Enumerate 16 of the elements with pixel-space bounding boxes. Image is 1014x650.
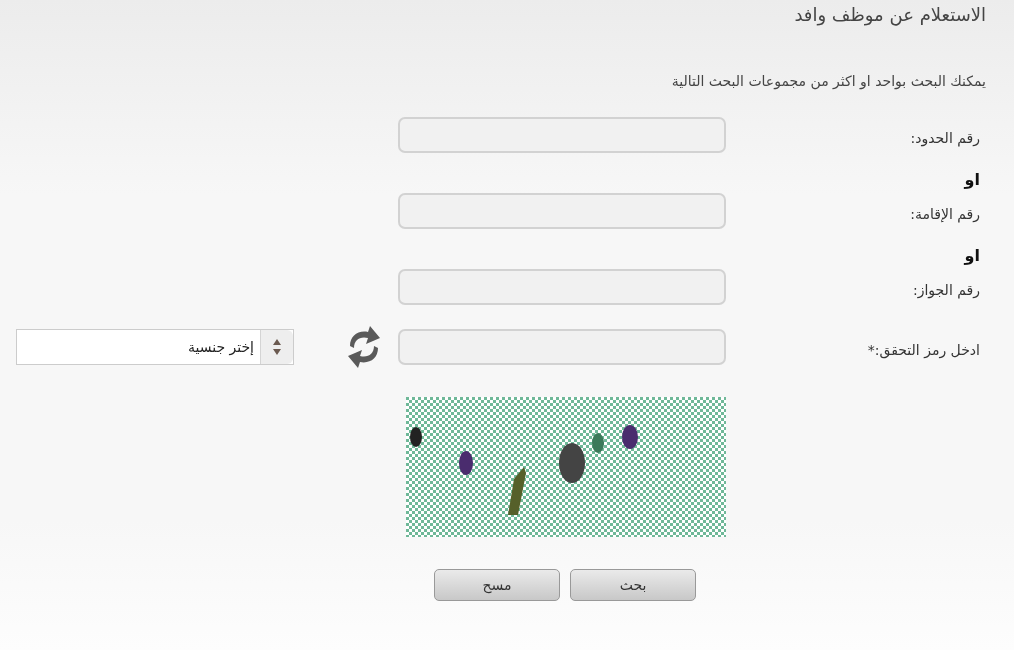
form-button[interactable]: مسح [434, 569, 560, 601]
input-field[interactable] [398, 269, 726, 305]
field-label: رقم الإقامة: [909, 205, 981, 222]
field-label: رقم الحدود: [909, 129, 981, 146]
or-text: او [964, 245, 980, 265]
input-field[interactable] [398, 117, 726, 153]
spinner-icon [260, 330, 293, 364]
input-field[interactable] [398, 329, 726, 365]
nationality-select[interactable]: إختر جنسية [16, 329, 294, 365]
field-label: رقم الجواز: [912, 281, 981, 298]
or-text: او [964, 169, 980, 189]
intro-text: يمكنك البحث بواحد او اكثر من مجموعات البحث التالية [671, 73, 986, 89]
page-title: الاستعلام عن موظف وافد [794, 4, 986, 25]
input-field[interactable] [398, 193, 726, 229]
field-label: ادخل رمز التحقق:* [866, 341, 981, 358]
form-button[interactable]: بحث [570, 569, 696, 601]
